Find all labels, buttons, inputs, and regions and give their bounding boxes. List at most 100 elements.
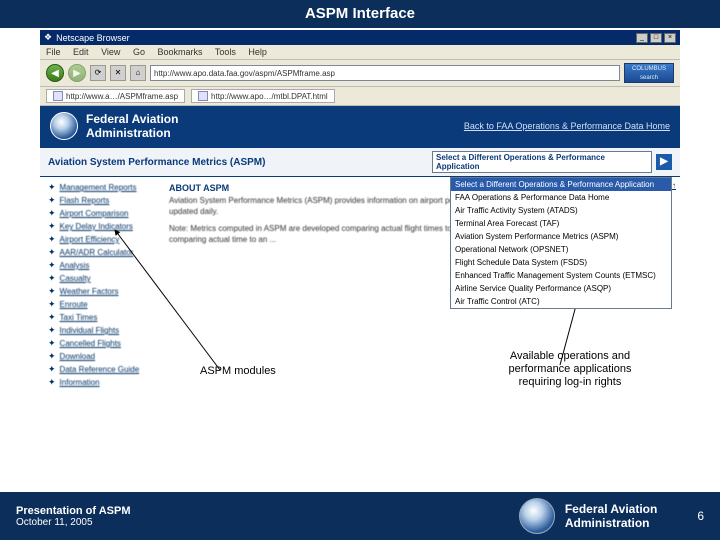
address-bar[interactable]	[150, 65, 620, 81]
faa-line2: Administration	[86, 126, 178, 140]
sidebar-label: Management Reports	[60, 182, 137, 193]
menu-go[interactable]: Go	[133, 47, 145, 57]
menu-tools[interactable]: Tools	[215, 47, 236, 57]
go-button[interactable]: ▶	[656, 154, 672, 170]
browser-screenshot: ❖ Netscape Browser _ □ × File Edit View …	[40, 30, 680, 395]
footer-org: Federal Aviation Administration	[565, 502, 657, 530]
browser-window-icon: ❖	[44, 32, 52, 43]
dropdown-item[interactable]: Air Traffic Control (ATC)	[451, 295, 671, 308]
sidebar-item[interactable]: ✦Individual Flights	[48, 324, 159, 337]
sidebar-item[interactable]: ✦ Casualty	[48, 272, 159, 285]
tab-2[interactable]: http://www.apo…/mtbl.DPAT.html	[191, 89, 335, 103]
sidebar-label: Airport Efficiency	[60, 234, 120, 245]
sidebar-item[interactable]: ✦ Cancelled Flights	[48, 337, 159, 350]
tab-1[interactable]: http://www.a…/ASPMframe.asp	[46, 89, 185, 103]
bullet-icon: ✦	[48, 247, 56, 258]
sidebar-label: Flash Reports	[60, 195, 110, 206]
menu-file[interactable]: File	[46, 47, 61, 57]
bullet-icon: ✦	[48, 299, 56, 310]
bullet-icon: ✦	[48, 273, 56, 284]
select-default: Select a Different Operations & Performa…	[436, 153, 605, 171]
back-to-home-link[interactable]: Back to FAA Operations & Performance Dat…	[464, 121, 670, 131]
menu-view[interactable]: View	[101, 47, 120, 57]
bullet-icon: ✦	[48, 312, 56, 323]
dropdown-item[interactable]: Flight Schedule Data System (FSDS)	[451, 256, 671, 269]
sidebar-item[interactable]: ✦ Flash Reports	[48, 194, 159, 207]
dropdown-item[interactable]: Select a Different Operations & Performa…	[451, 178, 671, 191]
main-pane: ↑ ABOUT ASPM Aviation System Performance…	[165, 177, 680, 257]
sidebar-item[interactable]: ✦Airport Comparison	[48, 207, 159, 220]
sidebar-label: Taxi Times	[60, 312, 98, 323]
slide-title-bar: ASPM Interface	[0, 0, 720, 28]
faa-header: Federal Aviation Administration Back to …	[40, 106, 680, 146]
dropdown-item[interactable]: Enhanced Traffic Management System Count…	[451, 269, 671, 282]
sidebar-item[interactable]: ✦Weather Factors	[48, 285, 159, 298]
sidebar-item[interactable]: ✦Airport Efficiency	[48, 233, 159, 246]
home-icon[interactable]: ⌂	[130, 65, 146, 81]
menu-bar: File Edit View Go Bookmarks Tools Help	[40, 45, 680, 60]
close-button[interactable]: ×	[664, 33, 676, 43]
stop-icon[interactable]: ✕	[110, 65, 126, 81]
menu-edit[interactable]: Edit	[73, 47, 89, 57]
sidebar-item[interactable]: ✦ AAR/ADR Calculator	[48, 246, 159, 259]
sidebar-item[interactable]: ✦ Enroute	[48, 298, 159, 311]
faa-footer-logo-icon	[519, 498, 555, 534]
sidebar-item[interactable]: ✦ Analysis	[48, 259, 159, 272]
sidebar-label: Cancelled Flights	[60, 338, 121, 349]
dropdown-item[interactable]: Airline Service Quality Performance (ASQ…	[451, 282, 671, 295]
sidebar-item[interactable]: ✦ Taxi Times	[48, 311, 159, 324]
dropdown-item[interactable]: Air Traffic Activity System (ATADS)	[451, 204, 671, 217]
bullet-icon: ✦	[48, 195, 56, 206]
sidebar-label: Airport Comparison	[60, 208, 129, 219]
sidebar-item[interactable]: ✦ Information	[48, 376, 159, 389]
scroll-top-link[interactable]: ↑	[672, 181, 676, 190]
sidebar-label: Casualty	[60, 273, 91, 284]
sidebar-item[interactable]: ✦Download	[48, 350, 159, 363]
columbus-search[interactable]: COLUMBUS search	[624, 63, 674, 83]
go-icon: ▶	[660, 156, 668, 167]
sidebar-label: Individual Flights	[60, 325, 120, 336]
dropdown-item[interactable]: FAA Operations & Performance Data Home	[451, 191, 671, 204]
back-icon: ◀	[51, 68, 59, 79]
maximize-button[interactable]: □	[650, 33, 662, 43]
browser-title-bar: ❖ Netscape Browser _ □ ×	[40, 30, 680, 45]
bullet-icon: ✦	[48, 338, 56, 349]
tab-icon	[198, 91, 208, 101]
aspm-sidebar: ✦Management Reports ✦Flash Reports ✦Airp…	[40, 177, 165, 393]
tab-label: http://www.apo…/mtbl.DPAT.html	[211, 92, 328, 101]
tab-icon	[53, 91, 63, 101]
reload-icon[interactable]: ⟳	[90, 65, 106, 81]
bullet-icon: ✦	[48, 377, 56, 388]
sidebar-item[interactable]: ✦Management Reports	[48, 181, 159, 194]
bullet-icon: ✦	[48, 286, 56, 297]
faa-line1: Federal Aviation	[86, 112, 178, 126]
bullet-icon: ✦	[48, 351, 56, 362]
bullet-icon: ✦	[48, 260, 56, 271]
toolbar: ◀ ▶ ⟳ ✕ ⌂ COLUMBUS search	[40, 60, 680, 87]
footer-org-line2: Administration	[565, 516, 657, 530]
dropdown-item[interactable]: Operational Network (OPSNET)	[451, 243, 671, 256]
sidebar-label: Analysis	[60, 260, 90, 271]
sidebar-item[interactable]: ✦Data Reference Guide	[48, 363, 159, 376]
slide-title: ASPM Interface	[305, 5, 415, 22]
annotation-right: Available operations and performance app…	[495, 350, 645, 389]
sidebar-label: AAR/ADR Calculator	[60, 247, 134, 258]
sidebar-label: Enroute	[60, 299, 88, 310]
dropdown-item[interactable]: Aviation System Performance Metrics (ASP…	[451, 230, 671, 243]
minimize-button[interactable]: _	[636, 33, 648, 43]
dropdown-item[interactable]: Terminal Area Forecast (TAF)	[451, 217, 671, 230]
slide-footer: Presentation of ASPM October 11, 2005 Fe…	[0, 492, 720, 540]
tab-label: http://www.a…/ASPMframe.asp	[66, 92, 178, 101]
page-number: 6	[697, 509, 704, 523]
sidebar-item[interactable]: ✦Key Delay Indicators	[48, 220, 159, 233]
presentation-date: October 11, 2005	[16, 517, 131, 528]
footer-left: Presentation of ASPM October 11, 2005	[16, 505, 131, 528]
application-dropdown[interactable]: Select a Different Operations & Performa…	[450, 177, 672, 309]
application-select[interactable]: Select a Different Operations & Performa…	[432, 151, 652, 173]
forward-button[interactable]: ▶	[68, 64, 86, 82]
menu-bookmarks[interactable]: Bookmarks	[157, 47, 202, 57]
bullet-icon: ✦	[48, 364, 56, 375]
sidebar-label: Information	[60, 377, 100, 388]
back-button[interactable]: ◀	[46, 64, 64, 82]
menu-help[interactable]: Help	[248, 47, 267, 57]
